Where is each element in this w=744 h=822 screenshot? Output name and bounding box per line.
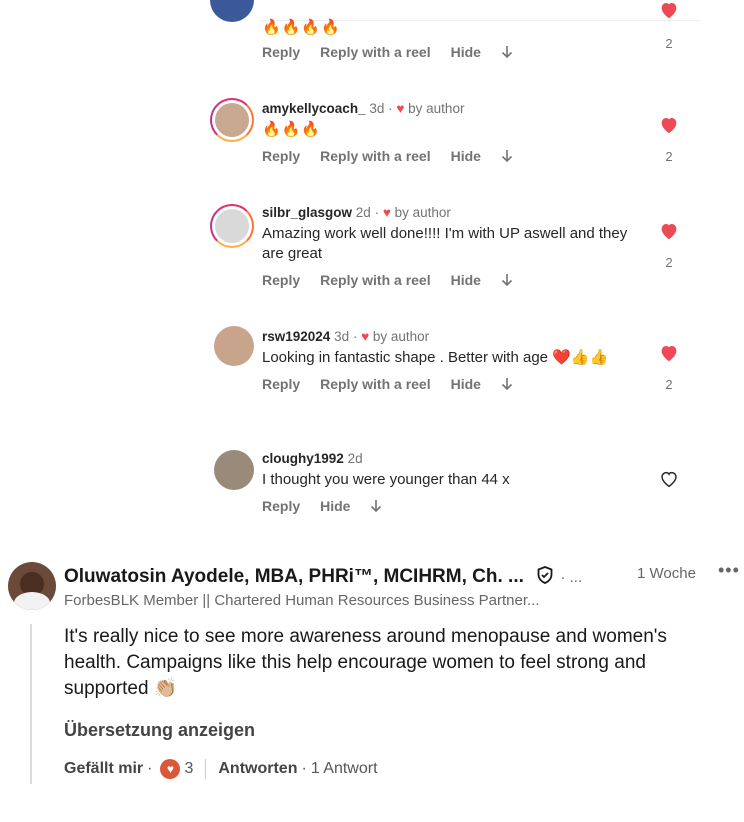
separator-dot: · (147, 760, 153, 777)
hide-button[interactable]: Hide (320, 498, 350, 514)
comment-text: It's really nice to see more awareness a… (64, 626, 667, 699)
like-count: 2 (665, 36, 673, 51)
avatar[interactable] (210, 98, 254, 142)
hide-button[interactable]: Hide (451, 44, 481, 60)
reply-button[interactable]: Reply (262, 148, 300, 164)
name-overflow: · ... (560, 569, 583, 586)
comment-username[interactable]: amykellycoach_ (262, 101, 366, 116)
reply-count[interactable]: 1 Antwort (311, 760, 378, 778)
comment-username[interactable]: silbr_glasgow (262, 205, 352, 220)
comment-time: 1 Woche (637, 565, 696, 582)
hide-button[interactable]: Hide (451, 148, 481, 164)
shield-check-icon (537, 566, 553, 584)
thread-line (30, 624, 32, 784)
liked-by-author-heart-icon: ♥ (361, 329, 370, 344)
comment-text: I thought you were younger than 44 x (262, 471, 510, 488)
hide-button[interactable]: Hide (451, 272, 481, 288)
reply-button[interactable]: Reply (262, 272, 300, 288)
liked-by-author-heart-icon: ♥ (382, 205, 391, 220)
comment-actions: Gefällt mir · 3 Antworten · 1 Antwort (64, 759, 378, 779)
avatar[interactable] (8, 562, 56, 610)
commenter-name[interactable]: Oluwatosin Ayodele, MBA, PHRi™, MCIHRM, … (64, 565, 582, 588)
instagram-comments: 🔥🔥🔥🔥 Reply Reply with a reel Hide 2 amyk… (0, 0, 744, 530)
divider (205, 759, 207, 779)
comment-time: 2d (347, 451, 363, 466)
avatar[interactable] (214, 450, 254, 490)
heart-filled-icon[interactable] (659, 222, 679, 240)
linkedin-comment: Oluwatosin Ayodele, MBA, PHRi™, MCIHRM, … (0, 552, 744, 822)
like-button[interactable]: Gefällt mir (64, 760, 143, 778)
more-options-icon[interactable]: ••• (718, 560, 740, 581)
heart-filled-icon[interactable] (659, 344, 679, 362)
heart-reaction-icon[interactable] (160, 759, 181, 779)
arrow-down-icon[interactable] (501, 377, 513, 391)
reaction-count[interactable]: 3 (184, 760, 193, 778)
reply-with-reel-button[interactable]: Reply with a reel (320, 148, 430, 164)
comment-username[interactable]: cloughy1992 (262, 451, 344, 466)
like-count: 2 (665, 377, 673, 392)
translate-link[interactable]: Übersetzung anzeigen (64, 720, 255, 741)
liked-by-author-label: by author (372, 329, 430, 344)
like-count: 2 (665, 149, 673, 164)
hide-button[interactable]: Hide (451, 376, 481, 392)
liked-by-author-heart-icon: ♥ (396, 101, 405, 116)
reply-button[interactable]: Reply (262, 44, 300, 60)
avatar[interactable] (210, 0, 254, 22)
reply-with-reel-button[interactable]: Reply with a reel (320, 376, 430, 392)
like-count: 2 (665, 255, 673, 270)
comment-time: 3d (334, 329, 350, 344)
arrow-down-icon[interactable] (501, 149, 513, 163)
arrow-down-icon[interactable] (501, 273, 513, 287)
comment-time: 2d (355, 205, 371, 220)
commenter-name-text[interactable]: Oluwatosin Ayodele, MBA, PHRi™, MCIHRM, … (64, 566, 524, 587)
arrow-down-icon[interactable] (501, 45, 513, 59)
comment-text: Looking in fantastic shape . Better with… (262, 349, 609, 366)
comment-text: 🔥🔥🔥🔥 (262, 19, 341, 36)
comment-username[interactable]: rsw192024 (262, 329, 330, 344)
comment-text: Amazing work well done!!!! I'm with UP a… (262, 225, 628, 262)
commenter-headline: ForbesBLK Member || Chartered Human Reso… (64, 592, 540, 609)
heart-outline-icon[interactable] (659, 470, 679, 488)
avatar[interactable] (214, 326, 254, 366)
heart-filled-icon[interactable] (659, 1, 679, 19)
reply-with-reel-button[interactable]: Reply with a reel (320, 272, 430, 288)
comment-time: 3d (369, 101, 385, 116)
reply-with-reel-button[interactable]: Reply with a reel (320, 44, 430, 60)
heart-filled-icon[interactable] (659, 116, 679, 134)
liked-by-author-label: by author (408, 101, 465, 116)
separator-dot: · (301, 760, 307, 777)
reply-button[interactable]: Antworten (218, 760, 297, 778)
arrow-down-icon[interactable] (370, 499, 382, 513)
reply-button[interactable]: Reply (262, 376, 300, 392)
liked-by-author-label: by author (394, 205, 451, 220)
comment-text: 🔥🔥🔥 (262, 121, 322, 138)
avatar[interactable] (210, 204, 254, 248)
reply-button[interactable]: Reply (262, 498, 300, 514)
